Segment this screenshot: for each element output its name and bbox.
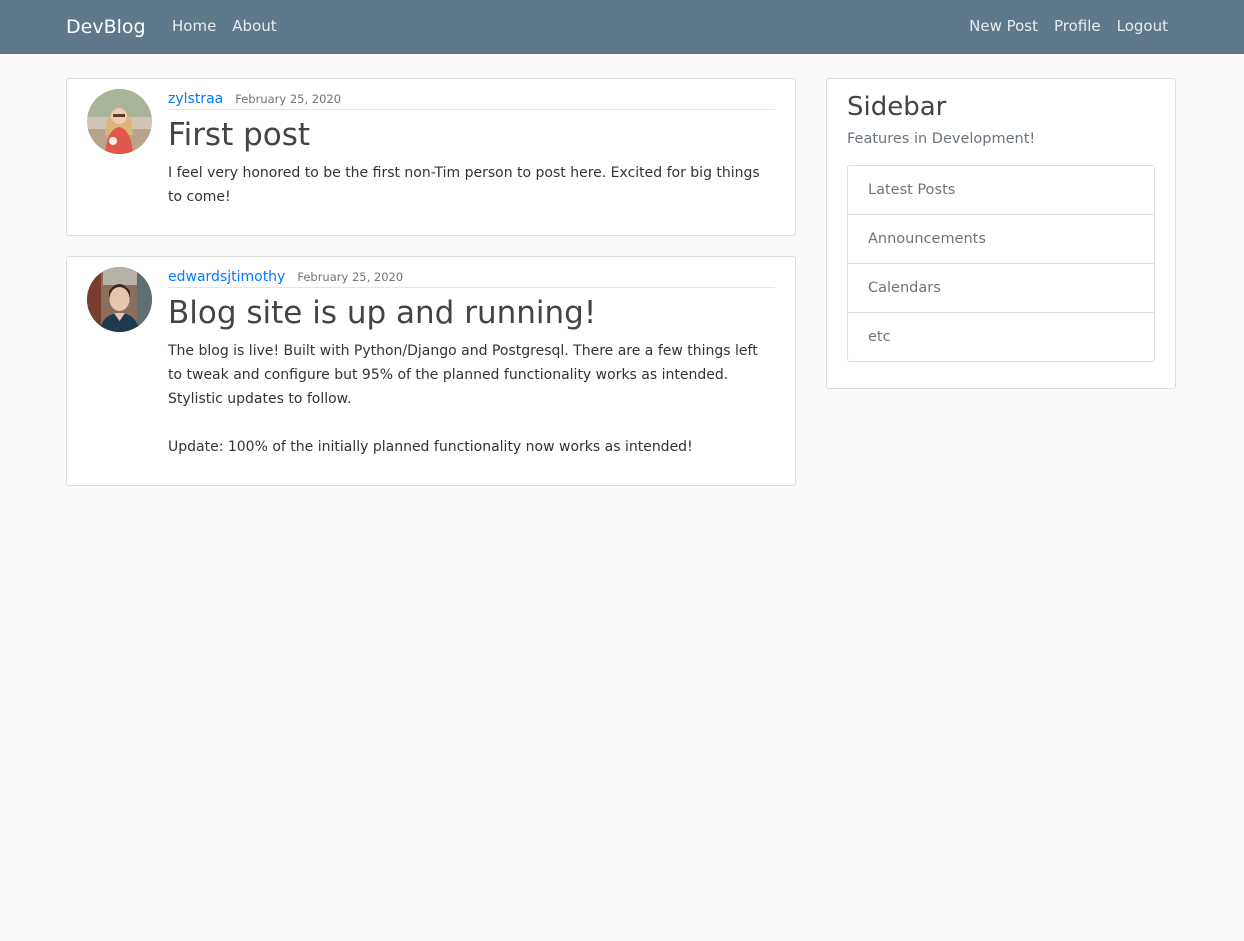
sidebar-item-latest-posts[interactable]: Latest Posts	[848, 166, 1154, 215]
sidebar: Sidebar Features in Development! Latest …	[826, 78, 1176, 389]
sidebar-item-announcements[interactable]: Announcements	[848, 215, 1154, 264]
brand-logo[interactable]: DevBlog	[66, 14, 146, 40]
nav-link-new-post[interactable]: New Post	[969, 16, 1038, 36]
navbar: DevBlog Home About New Post Profile Logo…	[0, 0, 1244, 54]
nav-right: New Post Profile Logout	[969, 16, 1168, 36]
sidebar-title: Sidebar	[847, 92, 947, 122]
post-card: edwardsjtimothy February 25, 2020 Blog s…	[66, 256, 796, 486]
post-body: zylstraa February 25, 2020 First post I …	[168, 89, 775, 209]
post-title[interactable]: First post	[168, 115, 775, 155]
avatar-image-man	[87, 267, 152, 332]
nav-link-home[interactable]: Home	[172, 16, 216, 36]
post-date: February 25, 2020	[297, 270, 404, 284]
nav-link-profile[interactable]: Profile	[1054, 16, 1101, 36]
post-author-link[interactable]: edwardsjtimothy	[168, 269, 285, 285]
post-author-link[interactable]: zylstraa	[168, 91, 223, 107]
sidebar-item-calendars[interactable]: Calendars	[848, 264, 1154, 313]
sidebar-list: Latest Posts Announcements Calendars etc	[847, 165, 1155, 362]
post-feed: zylstraa February 25, 2020 First post I …	[66, 78, 796, 506]
avatar[interactable]	[87, 89, 152, 154]
sidebar-subtitle: Features in Development!	[847, 131, 1036, 147]
post-meta: edwardsjtimothy February 25, 2020	[168, 269, 775, 288]
avatar-image-woman	[87, 89, 152, 154]
post-title[interactable]: Blog site is up and running!	[168, 293, 775, 333]
post-body: edwardsjtimothy February 25, 2020 Blog s…	[168, 267, 775, 459]
post-card: zylstraa February 25, 2020 First post I …	[66, 78, 796, 236]
avatar[interactable]	[87, 267, 152, 332]
post-date: February 25, 2020	[235, 92, 342, 106]
sidebar-item-etc[interactable]: etc	[848, 313, 1154, 361]
post-meta: zylstraa February 25, 2020	[168, 91, 775, 110]
post-content: The blog is live! Built with Python/Djan…	[168, 343, 758, 455]
post-content: I feel very honored to be the first non-…	[168, 165, 760, 205]
nav-left: Home About	[172, 16, 277, 36]
nav-link-about[interactable]: About	[232, 16, 276, 36]
nav-link-logout[interactable]: Logout	[1117, 16, 1168, 36]
